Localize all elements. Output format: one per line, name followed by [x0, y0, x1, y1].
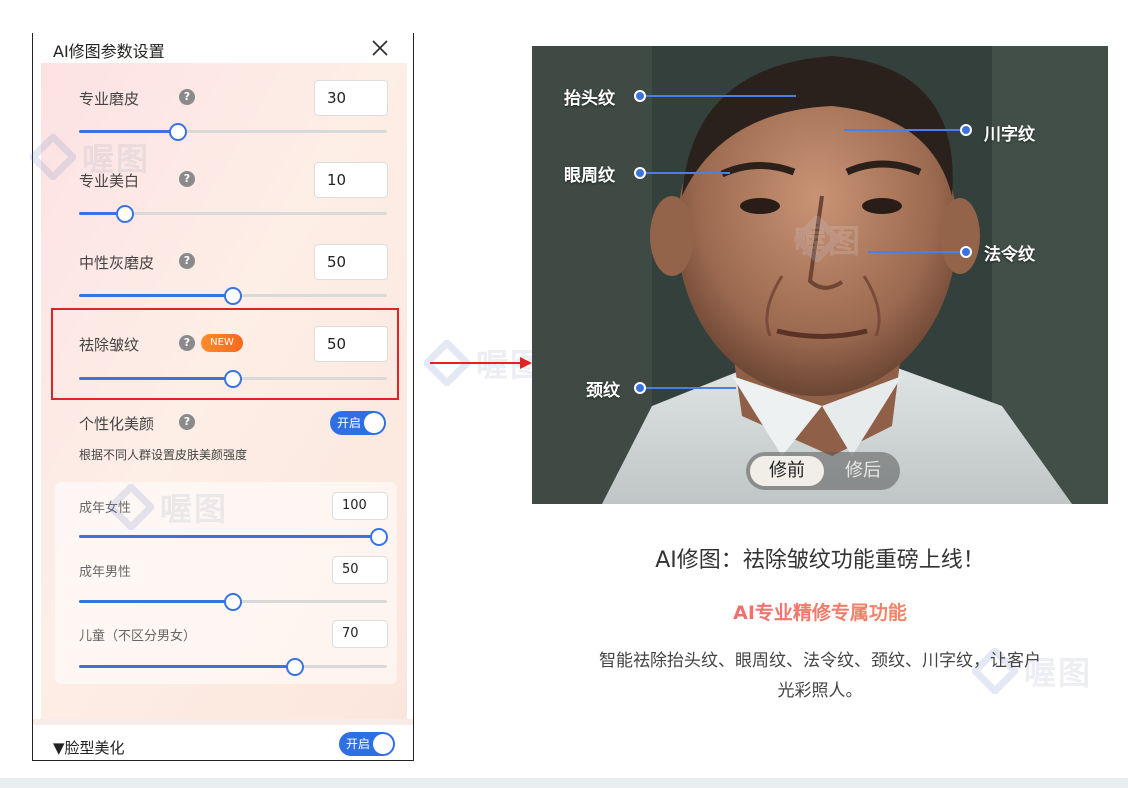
neutral-gray-smoothing-input[interactable]: 50 — [314, 244, 388, 280]
personal-beauty-description: 根据不同人群设置皮肤美颜强度 — [79, 448, 248, 462]
skin-whitening-slider[interactable] — [79, 205, 387, 223]
panel-header: AI修图参数设置 — [33, 33, 413, 63]
help-icon[interactable]: ? — [179, 89, 195, 105]
children-input[interactable]: 70 — [332, 620, 388, 648]
before-after-toggle[interactable]: 修前 修后 — [746, 452, 900, 490]
after-button[interactable]: 修后 — [830, 456, 896, 486]
callout-neck-lines: 颈纹 — [586, 381, 620, 401]
callout-dot — [634, 90, 646, 102]
face-shape-title: ▼脸型美化 — [53, 739, 125, 757]
watermark-text: 喔图 — [160, 490, 229, 528]
face-shape-toggle[interactable]: 开启 — [339, 732, 395, 756]
adult-female-slider[interactable] — [79, 528, 388, 546]
callout-line — [646, 95, 796, 97]
personal-beauty-toggle[interactable]: 开启 — [330, 411, 386, 435]
callout-nasolabial-lines: 法令纹 — [984, 245, 1035, 265]
watermark: 喔图 — [108, 484, 228, 530]
callout-dot — [634, 382, 646, 394]
adult-female-input[interactable]: 100 — [332, 492, 388, 520]
callout-line — [646, 172, 730, 174]
help-icon[interactable]: ? — [179, 171, 195, 187]
children-slider[interactable] — [79, 658, 387, 676]
close-button[interactable] — [369, 37, 391, 59]
pointer-arrow-line — [430, 362, 520, 364]
toggle-knob — [364, 413, 384, 433]
callout-dot — [634, 167, 646, 179]
neutral-gray-smoothing-label: 中性灰磨皮 — [79, 254, 155, 272]
slider-handle[interactable] — [224, 593, 242, 611]
panel-title: AI修图参数设置 — [53, 42, 165, 61]
children-label: 儿童（不区分男女） — [79, 629, 197, 644]
skin-smoothing-input[interactable]: 30 — [314, 80, 388, 116]
slider-handle[interactable] — [168, 123, 187, 141]
close-icon — [372, 40, 388, 56]
slider-fill — [79, 535, 379, 538]
slider-fill — [79, 600, 233, 603]
skin-smoothing-slider[interactable] — [79, 123, 387, 141]
callout-line — [844, 129, 960, 131]
portrait-illustration — [532, 46, 1108, 504]
before-button[interactable]: 修前 — [750, 456, 824, 486]
face-shape-toggle-label: 开启 — [346, 737, 371, 751]
callout-line — [646, 387, 736, 389]
slider-handle[interactable] — [285, 658, 304, 676]
callout-eye-lines: 眼周纹 — [564, 166, 615, 186]
help-icon[interactable]: ? — [179, 335, 195, 351]
wrinkle-removal-label: 祛除皱纹 — [79, 336, 140, 354]
slider-handle[interactable] — [224, 287, 242, 305]
watermark-logo-icon — [108, 484, 154, 530]
personal-beauty-label: 个性化美颜 — [79, 415, 155, 433]
callout-forehead-lines: 抬头纹 — [564, 89, 615, 109]
watermark: 喔图 — [794, 216, 862, 262]
pointer-arrow-head — [520, 357, 532, 369]
skin-whitening-input[interactable]: 10 — [314, 162, 388, 198]
callout-glabella-lines: 川字纹 — [984, 125, 1035, 145]
slider-fill — [79, 130, 178, 133]
before-after-photo: 抬头纹 眼周纹 颈纹 川字纹 法令纹 修前 修后 喔图 — [532, 46, 1108, 504]
adult-male-input[interactable]: 50 — [332, 556, 388, 584]
promo-title: AI修图：祛除皱纹功能重磅上线！ — [655, 548, 985, 573]
wrinkle-removal-input[interactable]: 50 — [314, 326, 388, 362]
callout-line — [868, 251, 960, 253]
new-badge: NEW — [201, 334, 243, 352]
watermark-logo-icon — [794, 216, 840, 262]
slider-fill — [79, 377, 233, 380]
slider-handle[interactable] — [370, 528, 388, 546]
neutral-gray-smoothing-slider[interactable] — [79, 287, 387, 305]
promo-subtitle: AI专业精修专属功能 — [532, 598, 1108, 625]
slider-fill — [79, 665, 295, 668]
callout-dot — [960, 124, 972, 136]
wrinkle-removal-slider[interactable] — [79, 370, 387, 388]
help-icon[interactable]: ? — [179, 253, 195, 269]
toggle-knob — [373, 734, 393, 754]
promo-description: 智能祛除抬头纹、眼周纹、法令纹、颈纹、川字纹，让客户光彩照人。 — [599, 651, 1041, 701]
callout-dot — [960, 246, 972, 258]
personal-beauty-toggle-label: 开启 — [337, 416, 362, 430]
watermark-logo-icon — [30, 134, 76, 180]
slider-handle[interactable] — [224, 370, 242, 388]
slider-fill — [79, 294, 233, 297]
adult-male-label: 成年男性 — [79, 565, 132, 580]
adult-male-slider[interactable] — [79, 593, 387, 611]
face-shape-section: ▼脸型美化 开启 — [33, 719, 413, 760]
bottom-strip — [0, 778, 1128, 788]
watermark-text: 喔图 — [82, 140, 151, 178]
help-icon[interactable]: ? — [179, 414, 195, 430]
watermark: 喔图 — [30, 134, 150, 180]
skin-smoothing-label: 专业磨皮 — [79, 90, 140, 108]
